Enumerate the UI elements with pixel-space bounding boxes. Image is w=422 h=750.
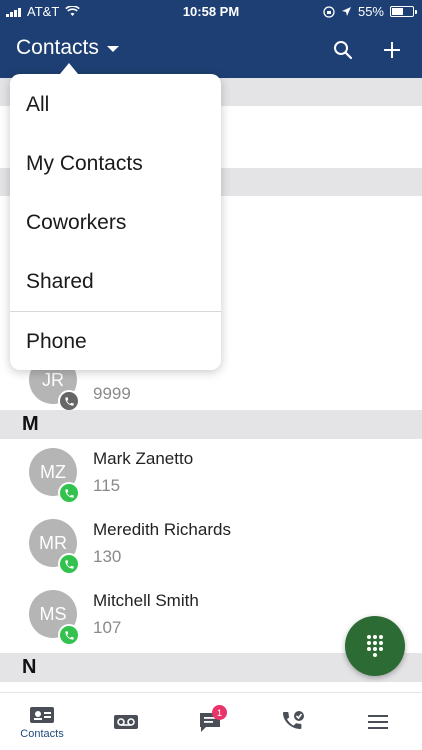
rotation-lock-icon <box>323 5 335 18</box>
tab-bar: Contacts 1 <box>0 692 422 750</box>
contact-name: Meredith Richards <box>93 520 231 539</box>
phone-status-icon <box>58 390 80 412</box>
menu-item-coworkers[interactable]: Coworkers <box>10 193 221 252</box>
menu-item-phone[interactable]: Phone <box>10 312 221 371</box>
tab-more[interactable] <box>336 693 420 750</box>
avatar-initials: MR <box>39 532 67 553</box>
section-letter: M <box>22 413 39 435</box>
contact-extension: 130 <box>93 547 122 566</box>
avatar-initials: JR <box>42 369 64 390</box>
plus-icon <box>384 42 400 58</box>
tab-call-history[interactable] <box>252 693 336 750</box>
menu-item-all[interactable]: All <box>10 75 221 134</box>
phone-status-icon <box>58 553 80 575</box>
contact-extension: 107 <box>93 618 122 637</box>
battery-icon <box>390 6 417 17</box>
dialpad-icon <box>367 635 383 657</box>
page-title: Contacts <box>16 36 99 59</box>
section-letter: N <box>22 656 37 678</box>
location-arrow-icon <box>341 7 351 16</box>
contacts-filter-toggle[interactable]: Contacts <box>16 36 119 60</box>
contact-row[interactable]: MZ Mark Zanetto 115 <box>0 439 422 510</box>
filter-dropdown: All My Contacts Coworkers Shared Phone <box>10 74 221 370</box>
search-button[interactable] <box>329 36 357 64</box>
contact-name: Mitchell Smith <box>93 591 199 610</box>
battery-percent: 55% <box>357 4 384 19</box>
dropdown-arrow <box>60 63 78 74</box>
menu-item-shared[interactable]: Shared <box>10 252 221 311</box>
dialpad-button[interactable] <box>345 616 405 676</box>
call-history-icon <box>283 711 304 729</box>
unread-badge: 1 <box>212 705 227 720</box>
chevron-down-icon <box>106 46 119 52</box>
battery-fill <box>392 8 403 15</box>
phone-status-icon <box>58 482 80 504</box>
contact-name: Mark Zanetto <box>93 449 194 468</box>
contact-extension: 115 <box>93 476 121 495</box>
contacts-card-icon <box>30 706 54 723</box>
tab-voicemail[interactable] <box>84 693 168 750</box>
menu-icon <box>368 715 388 729</box>
tab-messages[interactable]: 1 <box>168 693 252 750</box>
contact-extension: 9999 <box>93 384 131 403</box>
status-bar: AT&T 10:58 PM 55% <box>0 0 422 24</box>
tab-label: Contacts <box>20 727 64 740</box>
voicemail-icon <box>114 715 138 729</box>
menu-item-my-contacts[interactable]: My Contacts <box>10 134 221 193</box>
avatar-initials: MZ <box>40 461 66 482</box>
search-icon <box>334 41 353 60</box>
avatar-initials: MS <box>39 603 67 624</box>
section-header-m: M <box>0 410 422 439</box>
status-right: 55% <box>323 4 417 19</box>
contact-row[interactable]: MR Meredith Richards 130 <box>0 510 422 581</box>
add-contact-button[interactable] <box>378 36 406 64</box>
phone-status-icon <box>58 624 80 646</box>
tab-contacts[interactable]: Contacts <box>0 693 84 750</box>
